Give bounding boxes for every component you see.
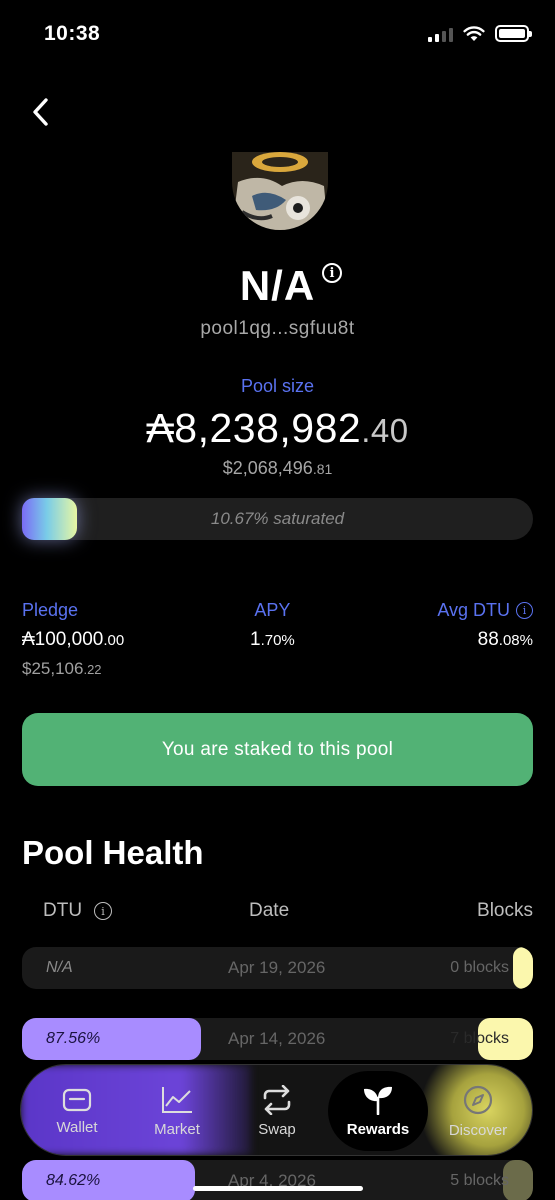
pool-size-label: Pool size <box>240 376 315 396</box>
dtu-info-icon[interactable]: i <box>94 902 113 920</box>
health-row-date: Apr 14, 2026 <box>228 1029 326 1048</box>
health-row-date: Apr 19, 2026 <box>228 958 326 977</box>
wallet-icon <box>62 1088 92 1111</box>
health-row-blocks: 0 blocks <box>450 959 509 976</box>
pool-name-row: N/A <box>0 262 555 310</box>
dtu-column-label: DTU <box>43 900 83 921</box>
tab-rewards-label: Rewards <box>346 1120 410 1138</box>
status-icons <box>428 25 532 42</box>
tab-rewards[interactable]: Rewards <box>328 1071 428 1151</box>
blocks-fill <box>513 947 533 989</box>
apy-stat: APY 1.70% <box>250 600 295 651</box>
avg-dtu-value-decimal: .08% <box>498 632 533 649</box>
apy-value-main: 1 <box>250 629 261 650</box>
saturation-bar: 10.67% saturated <box>22 498 533 540</box>
wifi-icon <box>463 25 485 41</box>
tab-market[interactable]: Market <box>127 1065 227 1155</box>
home-indicator <box>193 1186 363 1191</box>
status-bar: 10:38 <box>0 0 555 70</box>
avg-dtu-value-main: 88 <box>477 629 499 650</box>
pledge-usd-decimal: .22 <box>83 662 102 677</box>
saturation-text: 10.67% saturated <box>210 509 345 528</box>
chart-icon <box>162 1086 192 1113</box>
health-row: 84.62% Apr 4, 2026 5 blocks <box>22 1160 533 1200</box>
health-row-blocks: 5 blocks <box>450 1172 509 1189</box>
pool-size-value: ₳8,238,982.40 <box>0 405 555 452</box>
pool-name: N/A <box>239 262 316 309</box>
battery-icon <box>495 25 532 42</box>
avg-dtu-value: 88.08% <box>437 629 533 651</box>
pool-size-main: ₳8,238,982 <box>146 405 362 451</box>
avg-dtu-label: Avg DTU <box>437 600 510 620</box>
tab-wallet[interactable]: Wallet <box>27 1065 127 1155</box>
tab-swap-label: Swap <box>258 1120 296 1138</box>
health-row-blocks: 7 blocks <box>450 1030 509 1047</box>
pool-health-header: DTU i Date Blocks <box>22 900 533 924</box>
pool-usd-main: $2,068,496 <box>222 458 313 478</box>
pledge-usd: $25,106.22 <box>22 659 124 679</box>
pledge-value-decimal: .00 <box>103 632 125 649</box>
pool-info-icon[interactable]: i <box>322 263 342 283</box>
blocks-column-header: Blocks <box>477 900 533 921</box>
cellular-signal-icon <box>428 26 453 42</box>
pool-id[interactable]: pool1qg...sgfuu8t <box>0 318 555 340</box>
pool-size-usd: $2,068,496.81 <box>0 458 555 479</box>
pool-health-title: Pool Health <box>22 834 204 871</box>
pool-size-decimal: .40 <box>361 412 409 449</box>
health-row: N/A Apr 19, 2026 0 blocks <box>22 947 533 989</box>
tab-swap[interactable]: Swap <box>227 1065 327 1155</box>
tab-discover[interactable]: Discover <box>428 1065 528 1155</box>
apy-label: APY <box>254 600 291 620</box>
staked-to-pool-button[interactable]: You are staked to this pool <box>22 713 533 786</box>
health-row-dtu: 87.56% <box>46 1030 101 1047</box>
health-row-date: Apr 4, 2026 <box>228 1171 316 1190</box>
tab-discover-label: Discover <box>448 1121 508 1139</box>
status-time: 10:38 <box>44 22 101 45</box>
compass-icon <box>463 1085 493 1114</box>
health-row-dtu: N/A <box>46 959 73 976</box>
chevron-left-icon <box>33 98 48 126</box>
health-row-dtu: 84.62% <box>46 1172 101 1189</box>
back-button[interactable] <box>24 92 56 132</box>
pledge-value-main: ₳100,000 <box>22 629 104 650</box>
pledge-value: ₳100,000.00 <box>22 629 124 651</box>
pool-stats: Pledge ₳100,000.00 $25,106.22 APY 1.70% … <box>22 600 533 690</box>
swap-icon <box>263 1084 291 1115</box>
date-column-header: Date <box>249 900 290 921</box>
health-row: 87.56% Apr 14, 2026 7 blocks <box>22 1018 533 1060</box>
pool-usd-decimal: .81 <box>312 461 333 477</box>
avg-dtu-label-row: Avg DTU i <box>437 600 533 621</box>
pool-avatar <box>232 152 328 230</box>
avg-dtu-stat: Avg DTU i 88.08% <box>437 600 533 651</box>
pledge-usd-main: $25,106 <box>22 659 84 678</box>
sprout-icon <box>364 1086 392 1115</box>
apy-value: 1.70% <box>250 629 295 651</box>
pledge-label: Pledge <box>22 600 79 620</box>
pledge-stat: Pledge ₳100,000.00 $25,106.22 <box>22 600 124 679</box>
apy-value-decimal: .70% <box>260 632 295 649</box>
avg-dtu-info-icon[interactable]: i <box>516 602 533 619</box>
tab-market-label: Market <box>154 1120 200 1138</box>
dtu-column-header: DTU i <box>43 900 113 922</box>
bottom-tab-bar: Wallet Market Swap Rewards Discover <box>20 1064 533 1156</box>
tab-wallet-label: Wallet <box>56 1118 98 1136</box>
